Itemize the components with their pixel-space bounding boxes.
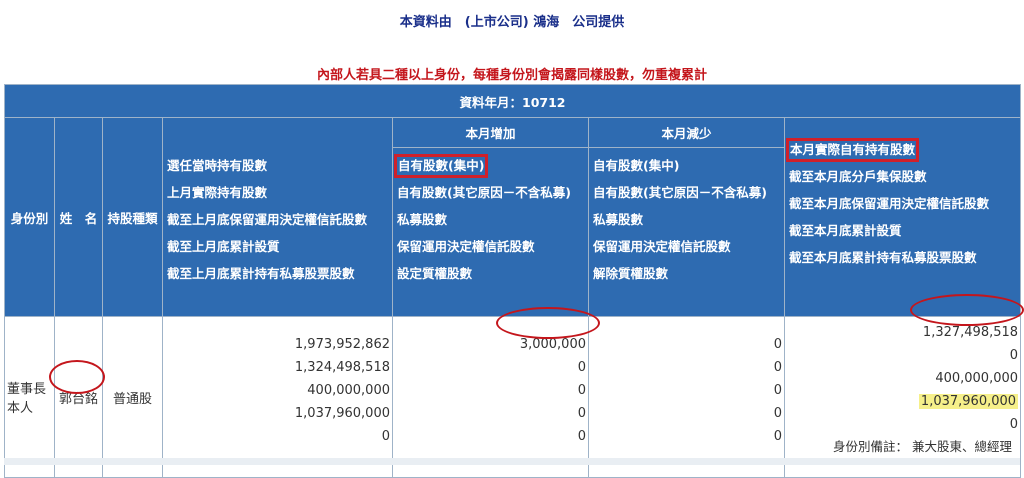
holding-label: 選任當時持有股數 bbox=[167, 157, 268, 173]
holding-value: 1,973,952,862 bbox=[294, 337, 390, 352]
decrease-value: 0 bbox=[773, 360, 782, 375]
increase-labels-header: 自有股數(集中) 自有股數(其它原因－不含私募) 私募股數 保留運用決定權信託股… bbox=[392, 147, 589, 317]
current-value-highlighted: 1,037,960,000 bbox=[918, 394, 1019, 409]
decrease-labels-header: 自有股數(集中) 自有股數(其它原因－不含私募) 私募股數 保留運用決定權信託股… bbox=[588, 147, 785, 317]
increase-label-boxed: 自有股數(集中) bbox=[393, 154, 489, 178]
increase-value: 0 bbox=[577, 406, 586, 421]
identity-note: 身份別備註： 兼大股東、總經理 bbox=[833, 439, 1013, 454]
current-label: 截至本月底累計設質 bbox=[789, 223, 902, 238]
disclosure-note: 內部人若具二種以上身份，每種身份別會揭露同樣股數，勿重複累計 bbox=[316, 68, 707, 83]
current-value: 400,000,000 bbox=[935, 371, 1019, 386]
share-type-cell: 普通股 bbox=[102, 316, 163, 478]
holding-value: 1,037,960,000 bbox=[294, 406, 390, 421]
holding-value: 400,000,000 bbox=[307, 383, 390, 398]
increase-value: 0 bbox=[577, 360, 586, 375]
current-value: 0 bbox=[1009, 348, 1019, 363]
insider-holdings-table: 資料年月：10712 身份別 姓 名 持股種類 選任當時持有股數 上月實際持有股… bbox=[3, 84, 1022, 478]
col-increase-header: 本月增加 bbox=[392, 117, 589, 148]
table-row: 董事長本人 郭台銘 普通股 1,973,952,862 1,324,498,51… bbox=[4, 316, 1022, 478]
holding-values-cell: 1,973,952,862 1,324,498,518 400,000,000 … bbox=[162, 316, 393, 478]
increase-label: 自有股數(其它原因－不含私募) bbox=[397, 185, 571, 200]
increase-values-cell: 3,000,000 0 0 0 0 bbox=[392, 316, 589, 478]
decrease-value: 0 bbox=[773, 337, 782, 352]
decrease-label: 自有股數(集中) bbox=[593, 158, 680, 173]
holding-value: 0 bbox=[381, 429, 390, 444]
increase-value: 3,000,000 bbox=[519, 337, 586, 352]
increase-value: 0 bbox=[577, 383, 586, 398]
col-name-header: 姓 名 bbox=[54, 117, 103, 317]
decrease-label: 解除質權股數 bbox=[593, 266, 669, 281]
current-label: 截至本月底累計持有私募股票股數 bbox=[789, 250, 977, 265]
increase-label: 設定質權股數 bbox=[397, 266, 473, 281]
holding-value: 1,324,498,518 bbox=[294, 360, 390, 375]
year-month-header: 資料年月：10712 bbox=[3, 84, 1022, 118]
holding-label: 截至上月底累計持有私募股票股數 bbox=[167, 265, 355, 281]
increase-label: 私募股數 bbox=[397, 212, 448, 227]
col-share-type-header: 持股種類 bbox=[102, 117, 163, 317]
holding-label: 截至上月底保留運用決定權信託股數 bbox=[167, 211, 368, 227]
holding-labels-header: 選任當時持有股數 上月實際持有股數 截至上月底保留運用決定權信託股數 截至上月底… bbox=[162, 117, 393, 317]
decrease-values-cell: 0 0 0 0 0 bbox=[588, 316, 785, 478]
holding-label: 上月實際持有股數 bbox=[167, 184, 268, 200]
current-label: 截至本月底保留運用決定權信託股數 bbox=[789, 196, 990, 211]
decrease-label: 保留運用決定權信託股數 bbox=[593, 239, 731, 254]
source-line: 本資料由 (上市公司) 鴻海 公司提供 bbox=[399, 15, 625, 30]
decrease-value: 0 bbox=[773, 429, 782, 444]
current-value: 1,327,498,518 bbox=[922, 325, 1019, 340]
current-labels-header: 本月實際自有持有股數 截至本月底分戶集保股數 截至本月底保留運用決定權信託股數 … bbox=[783, 117, 1022, 317]
holding-label: 截至上月底累計設質 bbox=[167, 238, 280, 254]
identity-cell: 董事長本人 bbox=[4, 316, 55, 478]
decrease-value: 0 bbox=[773, 406, 782, 421]
increase-value: 0 bbox=[577, 429, 586, 444]
current-value: 0 bbox=[1009, 417, 1019, 432]
next-row-strip bbox=[4, 458, 1020, 465]
current-label-boxed: 本月實際自有持有股數 bbox=[785, 138, 920, 162]
col-identity-header: 身份別 bbox=[4, 117, 55, 317]
name-cell: 郭台銘 bbox=[54, 316, 103, 478]
decrease-label: 自有股數(其它原因－不含私募) bbox=[593, 185, 767, 200]
increase-label: 保留運用決定權信託股數 bbox=[397, 239, 535, 254]
current-values-cell: 1,327,498,518 0 400,000,000 1,037,960,00… bbox=[783, 316, 1022, 478]
col-decrease-header: 本月減少 bbox=[588, 117, 785, 148]
decrease-value: 0 bbox=[773, 383, 782, 398]
current-label: 截至本月底分戶集保股數 bbox=[789, 169, 927, 184]
decrease-label: 私募股數 bbox=[593, 212, 644, 227]
